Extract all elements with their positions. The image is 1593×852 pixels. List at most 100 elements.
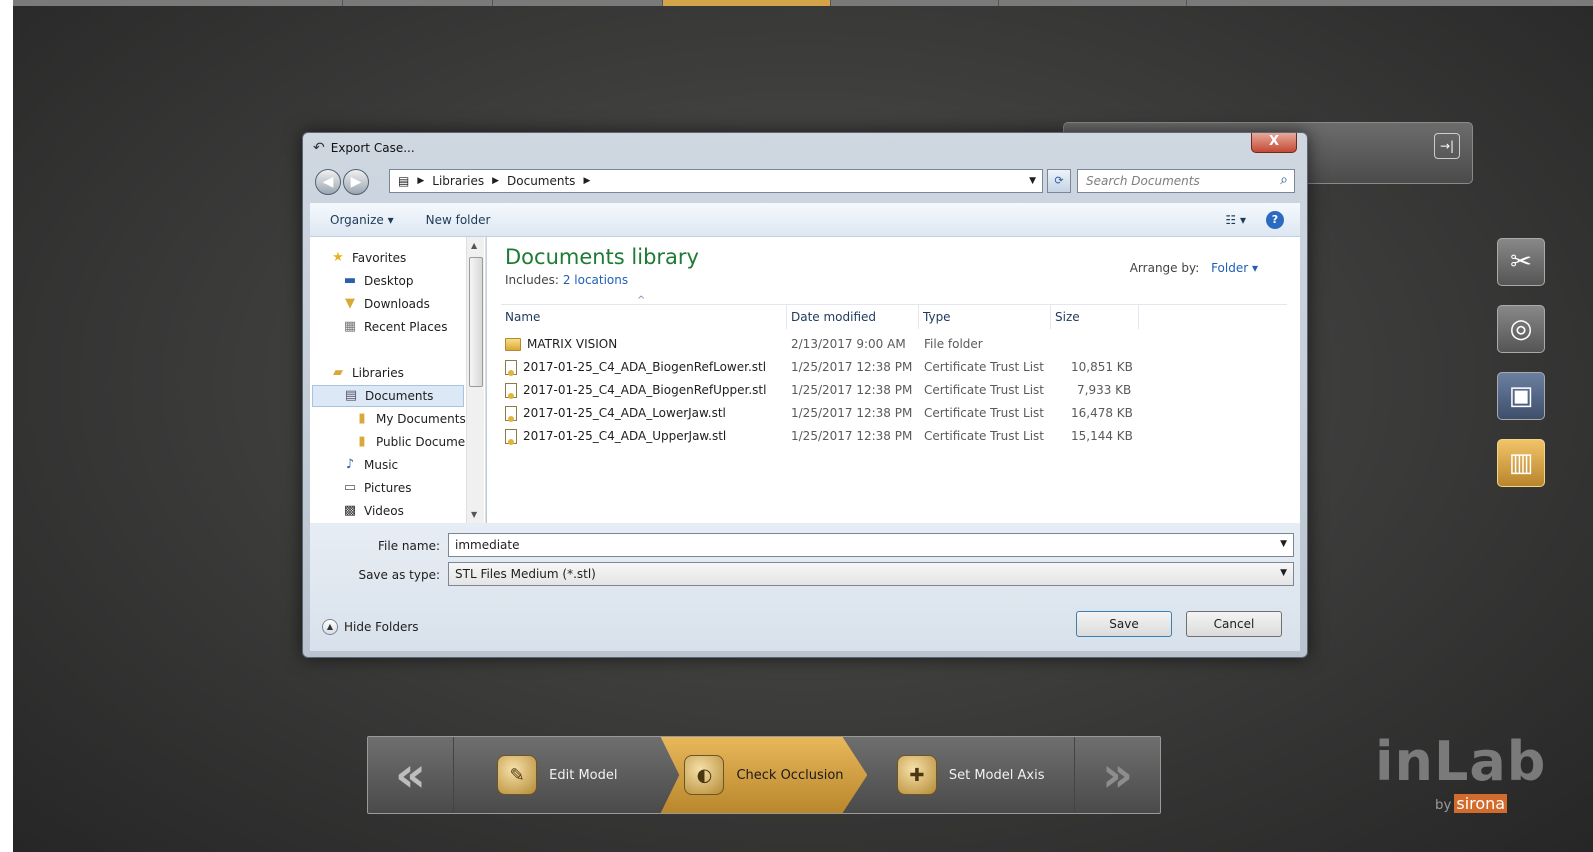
pin-panel-icon[interactable]: →| — [1434, 133, 1460, 159]
address-bar[interactable]: ▤ ▶ Libraries ▶ Documents ▶ ▼ — [389, 169, 1043, 193]
file-row[interactable]: 2017-01-25_C4_ADA_UpperJaw.stl 1/25/2017… — [505, 425, 1285, 447]
workflow-back-button[interactable]: « — [368, 737, 454, 813]
file-row[interactable]: 2017-01-25_C4_ADA_BiogenRefLower.stl 1/2… — [505, 356, 1285, 378]
search-icon[interactable]: ⌕ — [1280, 172, 1288, 188]
screenshot-icon[interactable]: ▣ — [1497, 372, 1545, 420]
downloads-icon: ▼ — [345, 296, 355, 311]
file-name: MATRIX VISION — [505, 333, 617, 355]
includes-locations-link[interactable]: 2 locations — [563, 273, 628, 287]
column-type[interactable]: Type — [919, 305, 1051, 329]
library-title: Documents library — [505, 245, 699, 269]
nav-public-documents[interactable]: ▮ Public Docume — [354, 431, 465, 453]
help-icon[interactable]: ? — [1266, 210, 1284, 229]
brand-by: by — [1435, 798, 1452, 813]
nav-label: Documents — [365, 389, 434, 403]
step-edit-model[interactable]: ✎ Edit Model — [454, 737, 661, 813]
scroll-down-icon[interactable]: ▼ — [471, 510, 477, 519]
top-stage-segment[interactable] — [999, 0, 1187, 6]
organize-button[interactable]: Organize ▾ — [330, 213, 394, 227]
pictures-icon: ▭ — [343, 480, 357, 495]
column-name[interactable]: Name — [501, 305, 787, 329]
file-row[interactable]: 2017-01-25_C4_ADA_LowerJaw.stl 1/25/2017… — [505, 402, 1285, 424]
column-date-modified[interactable]: Date modified — [787, 305, 919, 329]
videos-icon: ▩ — [343, 503, 357, 518]
chevron-down-icon[interactable]: ▼ — [1280, 568, 1287, 578]
nav-videos[interactable]: ▩ Videos — [342, 500, 404, 522]
chevron-down-icon[interactable]: ▼ — [1280, 539, 1287, 549]
step-set-model-axis[interactable]: ✚ Set Model Axis — [867, 737, 1074, 813]
nav-favorites[interactable]: ★ Favorites — [330, 247, 406, 269]
nav-label: Downloads — [364, 297, 430, 311]
nav-label: Videos — [364, 504, 404, 518]
certificate-file-icon — [505, 405, 517, 422]
view-settings-icon[interactable]: ◎ — [1497, 305, 1545, 353]
side-tool-dock: ✂ ◎ ▣ ▥ — [1497, 238, 1547, 506]
brand-name: inLab — [1375, 730, 1547, 793]
top-stage-segment[interactable] — [343, 0, 493, 6]
new-folder-button[interactable]: New folder — [426, 213, 491, 227]
cancel-button[interactable]: Cancel — [1186, 611, 1282, 637]
certificate-file-icon — [505, 359, 517, 376]
file-name-text: 2017-01-25_C4_ADA_UpperJaw.stl — [523, 429, 727, 443]
nav-label: My Documents — [376, 412, 466, 426]
documents-icon: ▤ — [398, 174, 410, 188]
set-model-axis-icon: ✚ — [896, 755, 937, 795]
filename-input[interactable]: immediate ▼ — [448, 533, 1294, 557]
navigation-pane: ★ Favorites ▬ Desktop ▼ Downloads ▦ Recent P… — [310, 237, 486, 523]
nav-recent-places[interactable]: ▦ Recent Places — [342, 316, 448, 338]
file-size: 15,144 KB — [1071, 429, 1133, 443]
close-button[interactable]: X — [1251, 133, 1297, 153]
tools-icon[interactable]: ✂ — [1497, 238, 1545, 286]
library-icon[interactable]: ▥ — [1497, 439, 1545, 487]
refresh-icon[interactable]: ⟳ — [1047, 169, 1071, 193]
back-icon[interactable]: ◀ — [315, 169, 341, 195]
file-date: 1/25/2017 12:38 PM — [791, 406, 913, 420]
breadcrumb-separator-icon: ▶ — [417, 176, 425, 186]
save-button[interactable]: Save — [1076, 611, 1172, 637]
scroll-thumb[interactable] — [469, 257, 483, 387]
top-stage-segment[interactable] — [13, 0, 343, 6]
top-stage-segment-active[interactable] — [663, 0, 831, 6]
nav-my-documents[interactable]: ▮ My Documents — [354, 408, 466, 430]
breadcrumb-documents[interactable]: Documents — [507, 174, 575, 188]
nav-downloads[interactable]: ▼ Downloads — [342, 293, 430, 315]
column-size[interactable]: Size — [1051, 305, 1139, 329]
nav-desktop[interactable]: ▬ Desktop — [342, 270, 414, 292]
view-options-icon[interactable]: ☷ ▾ — [1225, 213, 1246, 227]
search-input[interactable]: Search Documents ⌕ — [1077, 169, 1295, 193]
arrange-dropdown[interactable]: Folder ▾ — [1211, 261, 1258, 275]
file-name: 2017-01-25_C4_ADA_UpperJaw.stl — [505, 425, 726, 447]
breadcrumb-libraries[interactable]: Libraries — [432, 174, 484, 188]
nav-scrollbar[interactable]: ▲ ▼ — [466, 237, 484, 523]
file-date: 2/13/2017 9:00 AM — [791, 337, 906, 351]
file-name: 2017-01-25_C4_ADA_BiogenRefLower.stl — [505, 356, 766, 378]
dialog-titlebar: ↶ Export Case... — [313, 140, 415, 156]
savetype-select[interactable]: STL Files Medium (*.stl) ▼ — [448, 562, 1294, 586]
breadcrumb-separator-icon: ▶ — [492, 176, 500, 186]
nav-documents[interactable]: ▤ Documents — [312, 385, 464, 407]
address-dropdown-icon[interactable]: ▼ — [1029, 176, 1036, 186]
workflow-next-button[interactable]: » — [1074, 737, 1160, 813]
step-check-occlusion[interactable]: ◐ Check Occlusion — [660, 737, 868, 813]
scroll-up-icon[interactable]: ▲ — [471, 241, 477, 250]
file-row[interactable]: MATRIX VISION 2/13/2017 9:00 AM File fol… — [505, 333, 1285, 355]
file-row[interactable]: 2017-01-25_C4_ADA_BiogenRefUpper.stl 1/2… — [505, 379, 1285, 401]
file-name-text: 2017-01-25_C4_ADA_BiogenRefLower.stl — [523, 360, 767, 374]
workflow-bar: « ✎ Edit Model ◐ Check Occlusion ✚ Set M… — [367, 736, 1161, 814]
top-stage-segment[interactable] — [831, 0, 999, 6]
top-stage-segment[interactable] — [493, 0, 663, 6]
file-type: File folder — [924, 337, 983, 351]
dialog-toolbar: Organize ▾ New folder ☷ ▾ ? — [310, 203, 1300, 237]
search-placeholder: Search Documents — [1086, 174, 1200, 188]
nav-pictures[interactable]: ▭ Pictures — [342, 477, 412, 499]
save-options-pane: File name: immediate ▼ Save as type: STL… — [310, 523, 1300, 651]
forward-icon[interactable]: ▶ — [343, 169, 369, 195]
file-name-text: 2017-01-25_C4_ADA_BiogenRefUpper.stl — [523, 383, 767, 397]
certificate-file-icon — [505, 428, 517, 445]
hide-folders-button[interactable]: ▲ Hide Folders — [322, 619, 419, 635]
savetype-label: Save as type: — [358, 568, 440, 582]
file-name: 2017-01-25_C4_ADA_BiogenRefUpper.stl — [505, 379, 766, 401]
inlab-logo: inLab by sirona — [1375, 730, 1547, 813]
nav-music[interactable]: ♪ Music — [342, 454, 398, 476]
nav-libraries[interactable]: ▰ Libraries — [330, 362, 404, 384]
